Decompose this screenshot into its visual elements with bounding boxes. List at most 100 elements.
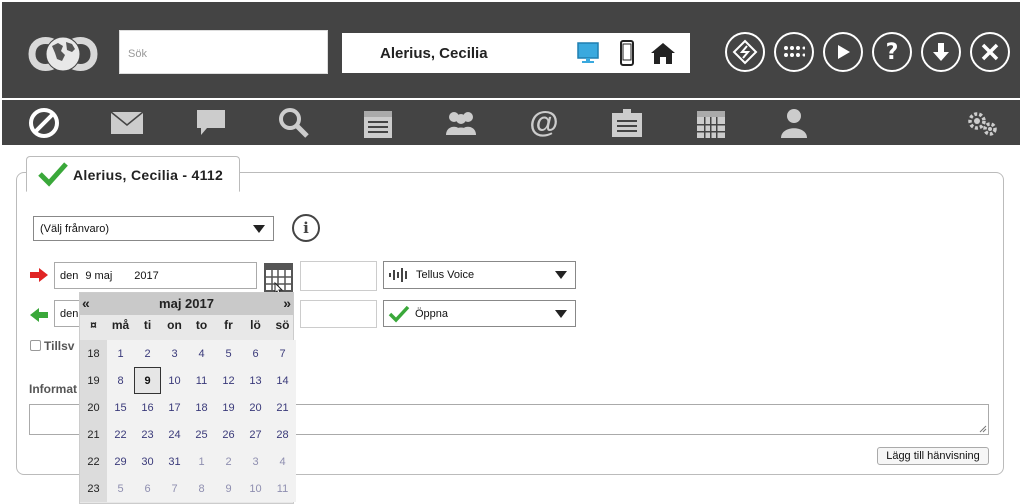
from-prefix: den [60, 269, 79, 282]
checkmark-icon [38, 162, 68, 187]
calendar-day[interactable]: 12 [215, 367, 242, 394]
calendar-day[interactable]: 27 [242, 421, 269, 448]
calendar-day[interactable]: 26 [215, 421, 242, 448]
checkmark-icon [388, 305, 410, 323]
calendar-day[interactable]: 6 [134, 475, 161, 502]
home-icon[interactable] [649, 39, 677, 67]
calendar-day[interactable]: 25 [188, 421, 215, 448]
person-icon[interactable] [777, 106, 811, 140]
calendar-day[interactable]: 21 [269, 394, 296, 421]
calendar-day[interactable]: 15 [107, 394, 134, 421]
calendar-day[interactable]: 2 [134, 340, 161, 367]
red-arrow-right-icon [30, 268, 48, 282]
week-number: 23 [80, 475, 107, 502]
calendar-day[interactable]: 19 [215, 394, 242, 421]
calendar-day[interactable]: 18 [188, 394, 215, 421]
checkbox[interactable] [30, 340, 41, 351]
close-icon[interactable] [970, 32, 1010, 72]
weekday-header: to [195, 318, 208, 332]
mail-icon[interactable] [110, 106, 144, 140]
calendar-day[interactable]: 4 [269, 448, 296, 475]
status-select-1-value: Tellus Voice [416, 269, 475, 281]
calendar-day[interactable]: 8 [107, 367, 134, 394]
search-icon[interactable] [277, 106, 311, 140]
badge-icon[interactable] [610, 106, 644, 140]
calendar-header: « maj 2017 » [80, 293, 293, 315]
calendar-month-title: maj 2017 [159, 296, 214, 311]
calendar-day[interactable]: 13 [242, 367, 269, 394]
calendar-day[interactable]: 6 [242, 340, 269, 367]
calendar-icon[interactable] [361, 106, 395, 140]
calendar-day[interactable]: 14 [269, 367, 296, 394]
chat-icon[interactable] [194, 106, 228, 140]
to-time-field[interactable] [300, 300, 377, 328]
user-name: Alerius, Cecilia [380, 45, 488, 62]
week-number: 18 [80, 340, 107, 367]
current-user-box: Alerius, Cecilia [342, 33, 690, 73]
calendar-day[interactable]: 23 [134, 421, 161, 448]
absence-select-value: (Välj frånvaro) [40, 222, 110, 235]
calendar-day[interactable]: 5 [107, 475, 134, 502]
status-select-1[interactable]: Tellus Voice [383, 261, 576, 289]
calendar-day[interactable]: 3 [242, 448, 269, 475]
play-icon[interactable] [823, 32, 863, 72]
from-date-field[interactable]: den 9 maj 2017 [54, 262, 257, 289]
add-referral-button[interactable]: Lägg till hänvisning [877, 447, 989, 465]
week-number: 21 [80, 421, 107, 448]
from-year: 2017 [134, 269, 159, 282]
resize-handle-icon[interactable] [979, 425, 987, 433]
calendar-day[interactable]: 16 [134, 394, 161, 421]
calendar-day-selected[interactable]: 9 [134, 367, 161, 394]
calendar-day[interactable]: 5 [215, 340, 242, 367]
desktop-icon[interactable] [574, 39, 602, 67]
calendar-day[interactable]: 4 [188, 340, 215, 367]
calendar-day[interactable]: 1 [188, 448, 215, 475]
calendar-day[interactable]: 30 [134, 448, 161, 475]
calendar-day[interactable]: 10 [242, 475, 269, 502]
calendar-day[interactable]: 17 [161, 394, 188, 421]
help-icon[interactable]: ? [872, 32, 912, 72]
calendar-grid-icon[interactable] [694, 106, 728, 140]
calendar-day[interactable]: 11 [269, 475, 296, 502]
at-sign-icon[interactable]: @ [527, 106, 561, 140]
search-input[interactable]: Sök [119, 30, 328, 74]
calendar-day[interactable]: 1 [107, 340, 134, 367]
date-picker-popup: « maj 2017 » ¤ må ti on to fr lö sö 18 1 2 3 4 5 6 7 19 8… [79, 292, 296, 504]
weekday-header: on [167, 318, 182, 332]
calendar-day[interactable]: 7 [161, 475, 188, 502]
calendar-day[interactable]: 31 [161, 448, 188, 475]
calendar-day[interactable]: 29 [107, 448, 134, 475]
from-time-field[interactable] [300, 261, 377, 291]
calendar-day[interactable]: 28 [269, 421, 296, 448]
calendar-day[interactable]: 20 [242, 394, 269, 421]
weekday-header: sö [275, 318, 290, 332]
mobile-phone-icon[interactable] [613, 39, 641, 67]
switch-icon[interactable] [725, 32, 765, 72]
nav-bar: @ [2, 100, 1020, 145]
info-icon[interactable]: i [292, 214, 320, 242]
no-entry-icon[interactable] [27, 106, 61, 140]
weekday-header: fr [224, 318, 233, 332]
calendar-day[interactable]: 11 [188, 367, 215, 394]
calendar-day[interactable]: 2 [215, 448, 242, 475]
weekday-header: lö [250, 318, 261, 332]
calendar-day[interactable]: 8 [188, 475, 215, 502]
calendar-day[interactable]: 7 [269, 340, 296, 367]
group-icon[interactable] [444, 106, 478, 140]
settings-gears-icon[interactable] [965, 106, 999, 140]
calendar-day[interactable]: 10 [161, 367, 188, 394]
calendar-day[interactable]: 24 [161, 421, 188, 448]
calendar-day[interactable]: 22 [107, 421, 134, 448]
absence-select[interactable]: (Välj frånvaro) [33, 216, 274, 241]
sound-wave-icon [389, 268, 407, 282]
top-bar: Sök Alerius, Cecilia ? [2, 2, 1020, 98]
next-month-button[interactable]: » [283, 295, 291, 311]
calendar-day[interactable]: 9 [215, 475, 242, 502]
calendar-day[interactable]: 3 [161, 340, 188, 367]
chevron-down-icon [555, 271, 567, 279]
person-tab[interactable]: Alerius, Cecilia - 4112 [26, 156, 240, 192]
to-prefix: den [60, 307, 79, 320]
status-select-2[interactable]: Öppna [383, 300, 576, 327]
apps-grid-icon[interactable] [774, 32, 814, 72]
download-icon[interactable] [921, 32, 961, 72]
